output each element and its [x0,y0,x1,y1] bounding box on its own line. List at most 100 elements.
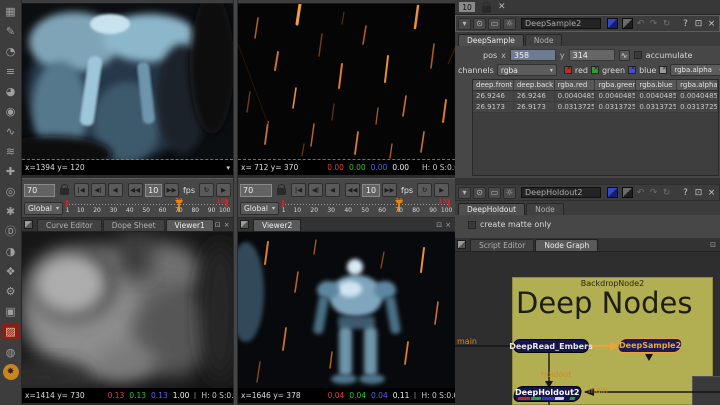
max-panels-field[interactable]: 10 [459,2,475,12]
node-color-swatch[interactable] [607,187,618,198]
draw-icon[interactable]: ✎ [2,21,20,41]
node-color-swatch[interactable] [607,18,618,29]
range-start-marker[interactable] [66,200,68,207]
merge-icon[interactable]: ≋ [2,141,20,161]
viewer1-canvas-robot-closeup[interactable] [22,4,233,160]
red-checkbox[interactable] [564,66,572,74]
step-forward-button[interactable]: ▶▶ [382,183,397,197]
help-icon[interactable]: ? [680,19,691,29]
transform-icon[interactable]: ✚ [2,161,20,181]
tab-dope-sheet[interactable]: Dope Sheet [103,219,165,231]
float-panel-icon[interactable]: ⊡ [693,19,704,29]
play-backward-button[interactable]: ◀ [108,183,123,197]
filter-icon[interactable]: ◉ [2,101,20,121]
viewer2-canvas-embers[interactable] [238,4,455,160]
keyer-icon[interactable]: ∿ [2,121,20,141]
revert-icon[interactable]: ↻ [661,188,672,198]
close-pane-icon[interactable]: × [224,221,230,229]
prev-keyframe-button[interactable]: ◀| [91,183,106,197]
channels-dropdown[interactable]: rgba▾ [497,64,557,76]
alpha-checkbox[interactable] [659,66,667,74]
tab-script-editor[interactable]: Script Editor [470,239,534,251]
col-deep-front[interactable]: deep.front [473,80,514,90]
gl-color-swatch[interactable] [622,187,633,198]
timeline-ruler[interactable]: 100 70 1 10 20 30 40 50 60 70 80 90 100 [66,200,228,216]
metadata-icon[interactable]: ❖ [2,261,20,281]
current-frame-field[interactable]: 70 [24,184,55,197]
range-start-marker[interactable] [282,200,284,207]
tab-node-graph[interactable]: Node Graph [535,239,598,251]
toolsets-icon[interactable]: ⚙ [2,281,20,301]
color-icon[interactable]: ◕ [2,81,20,101]
lock-icon[interactable] [60,188,69,195]
table-row[interactable]: 26.9246 26.9246 0.00404858 0.00404858 0.… [473,91,718,102]
blue-checkbox[interactable] [628,66,636,74]
loop-button[interactable]: ↻ [417,183,432,197]
pos-y-field[interactable]: 314 [569,49,615,61]
animation-menu-icon[interactable]: ∿ [619,50,630,61]
viewer2-canvas-robot[interactable] [238,232,455,388]
close-all-panels-icon[interactable]: ✕ [498,2,506,12]
postage-stamp-icon[interactable]: ☼ [503,18,516,30]
postage-stamp-icon[interactable]: ☼ [503,187,516,199]
frame-increment-field[interactable]: 10 [145,184,162,197]
current-frame-field[interactable]: 70 [240,184,272,197]
table-row[interactable]: 26.9173 26.9173 0.0313725 0.0313725 0.03… [473,102,718,113]
center-in-viewer-icon[interactable]: ⊙ [473,187,486,199]
float-pane-icon[interactable]: ⊡ [710,241,716,249]
viewer1-canvas-depth[interactable] [22,232,233,388]
step-back-button[interactable]: ◀◀ [345,183,360,197]
play-button[interactable]: ▶ [434,183,449,197]
undo-icon[interactable]: ↶ [635,19,646,29]
close-panel-icon[interactable]: × [706,19,717,29]
close-pane-icon[interactable]: × [445,221,451,229]
redo-icon[interactable]: ↷ [648,19,659,29]
views-icon[interactable]: ◑ [2,241,20,261]
other-icon[interactable]: ▣ [2,301,20,321]
create-matte-only-checkbox[interactable] [468,221,476,229]
ember-spark-icon[interactable]: ✸ [3,364,19,380]
float-pane-icon[interactable]: ⊡ [436,221,442,229]
time-icon[interactable]: ◔ [2,41,20,61]
node-deepread-embers[interactable]: DeepRead_Embers [513,339,589,353]
tab-viewer2[interactable]: Viewer2 [253,219,301,231]
play-button[interactable]: ▶ [216,183,231,197]
help-icon[interactable]: ? [680,188,691,198]
tab-deepholdout[interactable]: DeepHoldout [458,203,525,215]
monitor-out-icon[interactable]: ▭ [488,18,501,30]
channel-icon[interactable]: ≡ [2,61,20,81]
pos-x-field[interactable]: 358 [510,49,556,61]
pane-menu-icon[interactable] [24,220,33,229]
green-checkbox[interactable] [591,66,599,74]
pane-menu-icon[interactable] [457,240,466,249]
frame-range-dropdown[interactable]: Global▾ [240,202,279,215]
monitor-out-icon[interactable]: ▭ [488,187,501,199]
col-rgba-red[interactable]: rgba.red [555,80,596,90]
play-backward-button[interactable]: ◀ [325,183,340,197]
tab-node[interactable]: Node [525,34,563,46]
step-back-button[interactable]: ◀◀ [128,183,143,197]
accumulate-checkbox[interactable] [634,51,642,59]
alpha-channel-dropdown[interactable]: rgba.alpha▾ [670,64,720,76]
timeline-ruler[interactable]: 100 70 1 10 20 30 40 50 60 70 80 90 100 [282,200,450,216]
node-menu-icon[interactable]: ▾ [458,187,471,199]
col-rgba-alpha[interactable]: rgba.alpha [677,80,718,90]
image-icon[interactable]: ▦ [2,1,20,21]
node-graph-canvas[interactable]: BackdropNode2 Deep Nodes DeepRead_Embers… [455,252,720,405]
node-deepsample2[interactable]: DeepSample2 [616,338,684,353]
loop-button[interactable]: ↻ [199,183,214,197]
tab-viewer1[interactable]: Viewer1 [166,219,214,231]
ember-icon[interactable]: ◍ [2,342,20,362]
frame-increment-field[interactable]: 10 [362,184,380,197]
skip-start-button[interactable]: |◀ [291,183,306,197]
float-pane-icon[interactable]: ⊡ [215,221,221,229]
col-rgba-green[interactable]: rgba.green [595,80,636,90]
step-forward-button[interactable]: ▶▶ [164,183,179,197]
furnace-icon[interactable]: ▨ [2,323,20,340]
lock-icon[interactable] [482,6,491,13]
skip-start-button[interactable]: |◀ [74,183,89,197]
tab-curve-editor[interactable]: Curve Editor [37,219,102,231]
frame-range-dropdown[interactable]: Global▾ [24,202,63,215]
col-rgba-blue[interactable]: rgba.blue [636,80,677,90]
tab-node[interactable]: Node [526,203,564,215]
